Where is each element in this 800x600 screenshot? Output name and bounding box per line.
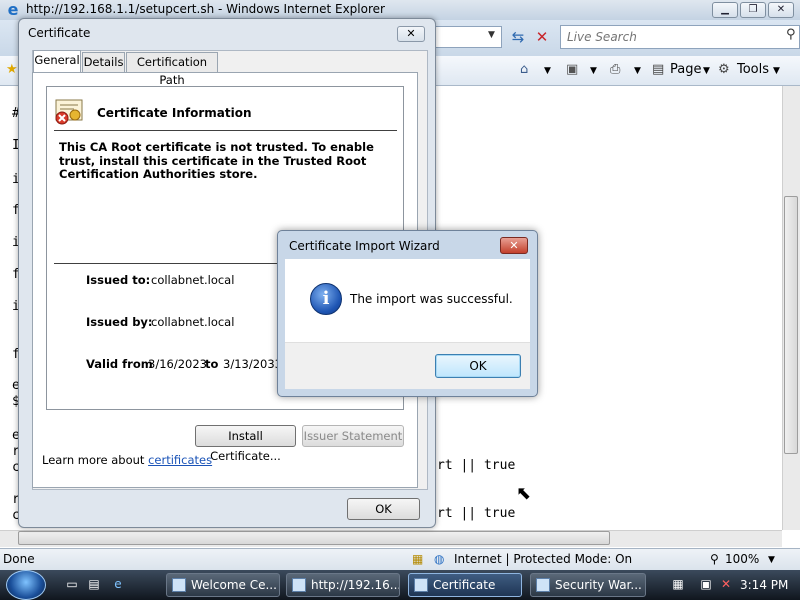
network-icon[interactable]: ▣: [698, 576, 714, 592]
maximize-button[interactable]: ❐: [740, 2, 766, 18]
status-bar: [0, 548, 800, 570]
ie-quicklaunch-icon[interactable]: e: [110, 576, 126, 592]
window-icon: [536, 578, 550, 592]
home-icon[interactable]: ⌂: [520, 62, 528, 80]
issued-by-label: Issued by:: [86, 315, 153, 329]
page-menu[interactable]: Page: [670, 62, 701, 80]
tools-dropdown-icon[interactable]: ▼: [773, 66, 780, 84]
trust-warning-text: This CA Root certificate is not trusted.…: [59, 140, 374, 181]
tray-icon[interactable]: ▦: [670, 576, 686, 592]
status-text: Done: [3, 552, 35, 566]
zoom-dropdown-icon[interactable]: ▼: [768, 555, 775, 565]
globe-icon: ◍: [434, 552, 445, 566]
feeds-icon[interactable]: ▣: [566, 62, 578, 80]
import-wizard-title: Certificate Import Wizard: [289, 239, 440, 253]
print-dropdown-icon[interactable]: ▼: [634, 66, 641, 84]
close-icon[interactable]: ✕: [397, 26, 425, 42]
page-icon: ▤: [652, 62, 665, 77]
zoom-level[interactable]: 100%: [725, 552, 759, 566]
show-desktop-icon[interactable]: ▭: [64, 576, 80, 592]
close-icon[interactable]: ✕: [500, 237, 528, 254]
issued-by-value: collabnet.local: [151, 315, 235, 329]
tools-menu[interactable]: Tools: [737, 62, 769, 80]
favorites-star-icon[interactable]: ★: [6, 62, 18, 80]
code-line: rt || true: [437, 506, 516, 521]
valid-to-label: to: [205, 357, 219, 371]
security-zone[interactable]: Internet | Protected Mode: On: [454, 552, 632, 566]
certificate-info-title: Certificate Information: [97, 106, 252, 120]
search-box[interactable]: [560, 25, 800, 49]
code-line: rt || true: [437, 458, 516, 473]
refresh-icon[interactable]: ⇆: [506, 26, 530, 48]
valid-from-value: 3/16/2023: [148, 357, 207, 371]
zoom-icon: ⚲: [710, 552, 719, 566]
clock[interactable]: 3:14 PM: [740, 578, 788, 592]
tab-general[interactable]: General: [33, 50, 81, 72]
valid-to-value: 3/13/2033: [223, 357, 282, 371]
feeds-dropdown-icon[interactable]: ▼: [590, 66, 597, 84]
start-button[interactable]: [6, 570, 46, 600]
mouse-cursor-icon: ⬉: [516, 483, 532, 504]
tools-icon: ⚙: [718, 62, 730, 77]
vertical-scroll-thumb[interactable]: [784, 196, 798, 454]
print-icon[interactable]: ⎙: [610, 62, 620, 80]
horizontal-scroll-thumb[interactable]: [18, 531, 610, 545]
issued-to-label: Issued to:: [86, 273, 151, 287]
taskbar-button[interactable]: Welcome Ce...: [166, 573, 280, 597]
valid-from-label: Valid from: [86, 357, 153, 371]
tab-details[interactable]: Details: [82, 52, 125, 72]
address-dropdown-icon[interactable]: ▼: [488, 30, 500, 44]
window-icon: [292, 578, 306, 592]
certificate-ok-button[interactable]: OK: [347, 498, 420, 520]
taskbar-button-active[interactable]: Certificate: [408, 573, 522, 597]
browser-title: http://192.168.1.1/setupcert.sh - Window…: [26, 2, 385, 16]
window-icon: [172, 578, 186, 592]
stop-icon[interactable]: ✕: [531, 26, 553, 48]
learn-more-text: Learn more about certificates: [42, 453, 213, 467]
volume-muted-icon[interactable]: ✕: [718, 576, 734, 592]
window-icon: [414, 578, 428, 592]
ie-logo-icon: e: [7, 0, 19, 19]
divider: [54, 130, 397, 131]
page-dropdown-icon[interactable]: ▼: [703, 66, 710, 84]
search-input[interactable]: [565, 28, 765, 46]
issued-to-value: collabnet.local: [151, 273, 235, 287]
close-window-button[interactable]: ✕: [768, 2, 794, 18]
tab-certification-path[interactable]: Certification Path: [126, 52, 218, 87]
certificate-dialog-title: Certificate: [28, 26, 91, 40]
information-icon: i: [310, 283, 342, 315]
certificates-link[interactable]: certificates: [148, 453, 212, 467]
taskbar-button[interactable]: Security War...: [530, 573, 646, 597]
import-success-message: The import was successful.: [350, 292, 513, 306]
popup-blocker-icon[interactable]: ▦: [412, 552, 423, 566]
search-icon[interactable]: ⚲: [786, 27, 800, 45]
issuer-statement-button[interactable]: Issuer Statement: [302, 425, 404, 447]
untrusted-certificate-icon: [55, 99, 83, 125]
wizard-ok-button[interactable]: OK: [435, 354, 521, 378]
taskbar-button[interactable]: http://192.16...: [286, 573, 400, 597]
divider: [54, 263, 284, 264]
install-certificate-button[interactable]: Install Certificate...: [195, 425, 296, 463]
minimize-button[interactable]: ▁: [712, 2, 738, 18]
home-dropdown-icon[interactable]: ▼: [544, 66, 551, 84]
switch-windows-icon[interactable]: ▤: [86, 576, 102, 592]
